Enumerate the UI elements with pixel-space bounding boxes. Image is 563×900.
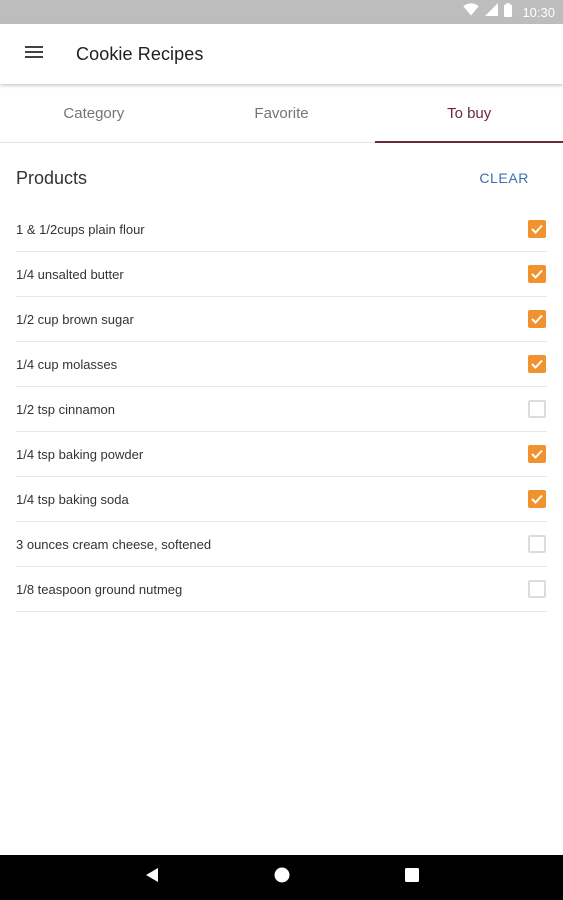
checkmark-icon bbox=[531, 314, 543, 324]
tab-favorite[interactable]: Favorite bbox=[188, 84, 376, 142]
checkmark-icon bbox=[531, 359, 543, 369]
product-label: 1/4 tsp baking soda bbox=[16, 491, 129, 507]
home-icon bbox=[274, 867, 290, 888]
app-title: Cookie Recipes bbox=[76, 43, 204, 64]
product-label: 1 & 1/2cups plain flour bbox=[16, 221, 145, 237]
product-row[interactable]: 1/4 tsp baking powder bbox=[16, 432, 547, 477]
product-checkbox[interactable] bbox=[528, 220, 546, 238]
product-checkbox[interactable] bbox=[528, 310, 546, 328]
signal-icon bbox=[485, 3, 499, 21]
product-checkbox[interactable] bbox=[528, 400, 546, 418]
app-bar: Cookie Recipes bbox=[0, 24, 563, 84]
product-checkbox[interactable] bbox=[528, 490, 546, 508]
product-list: 1 & 1/2cups plain flour 1/4 unsalted but… bbox=[16, 207, 547, 612]
product-row[interactable]: 1/4 tsp baking soda bbox=[16, 477, 547, 522]
product-label: 3 ounces cream cheese, softened bbox=[16, 536, 212, 552]
recents-icon bbox=[404, 868, 419, 887]
product-label: 1/4 tsp baking powder bbox=[16, 446, 144, 462]
checkmark-icon bbox=[531, 224, 543, 234]
product-row[interactable]: 1/2 cup brown sugar bbox=[16, 297, 547, 342]
tab-to-buy[interactable]: To buy bbox=[375, 84, 563, 143]
product-row[interactable]: 1/8 teaspoon ground nutmeg bbox=[16, 567, 547, 612]
product-row[interactable]: 3 ounces cream cheese, softened bbox=[16, 522, 547, 567]
product-label: 1/8 teaspoon ground nutmeg bbox=[16, 581, 183, 597]
products-title: Products bbox=[16, 167, 88, 188]
back-button[interactable] bbox=[132, 858, 172, 898]
product-checkbox[interactable] bbox=[528, 535, 546, 553]
product-checkbox[interactable] bbox=[528, 265, 546, 283]
hamburger-menu-icon bbox=[25, 45, 43, 63]
tab-category[interactable]: Category bbox=[0, 84, 188, 142]
status-bar: 10:30 bbox=[0, 0, 563, 24]
product-label: 1/2 tsp cinnamon bbox=[16, 401, 116, 417]
back-icon bbox=[145, 867, 159, 888]
recents-button[interactable] bbox=[392, 858, 432, 898]
product-label: 1/2 cup brown sugar bbox=[16, 311, 134, 327]
product-label: 1/4 unsalted butter bbox=[16, 266, 124, 282]
checkmark-icon bbox=[531, 449, 543, 459]
product-row[interactable]: 1/4 unsalted butter bbox=[16, 252, 547, 297]
product-checkbox[interactable] bbox=[528, 355, 546, 373]
menu-button[interactable] bbox=[0, 24, 68, 84]
product-checkbox[interactable] bbox=[528, 445, 546, 463]
product-row[interactable]: 1 & 1/2cups plain flour bbox=[16, 207, 547, 252]
home-button[interactable] bbox=[262, 858, 302, 898]
navigation-bar bbox=[0, 855, 563, 900]
product-label: 1/4 cup molasses bbox=[16, 356, 118, 372]
battery-icon bbox=[504, 2, 513, 22]
tab-bar: Category Favorite To buy bbox=[0, 84, 563, 143]
checkmark-icon bbox=[531, 494, 543, 504]
product-row[interactable]: 1/2 tsp cinnamon bbox=[16, 387, 547, 432]
product-checkbox[interactable] bbox=[528, 580, 546, 598]
wifi-icon bbox=[463, 3, 480, 21]
status-time: 10:30 bbox=[522, 4, 555, 20]
product-row[interactable]: 1/4 cup molasses bbox=[16, 342, 547, 387]
products-header: Products CLEAR bbox=[16, 160, 547, 196]
clear-button[interactable]: CLEAR bbox=[469, 164, 547, 192]
checkmark-icon bbox=[531, 269, 543, 279]
